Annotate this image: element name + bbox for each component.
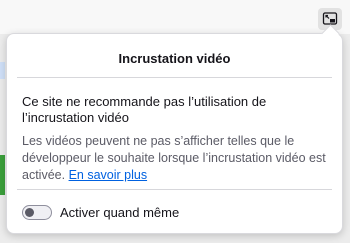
panel-title: Incrustation vidéo [118,51,231,66]
divider [17,189,332,190]
enable-anyway-toggle[interactable] [22,205,52,220]
warning-description-text: Les vidéos peuvent ne pas s’afficher tel… [22,134,326,182]
address-bar-area [0,0,350,34]
warning-heading: Ce site ne recommande pas l’utilisation … [22,94,267,125]
enable-anyway-label: Activer quand même [60,205,180,220]
warning-description: Les vidéos peuvent ne pas s’afficher tel… [22,133,327,184]
browser-viewport: Incrustation vidéo Ce site ne recommande… [0,0,350,243]
learn-more-link[interactable]: En savoir plus [69,168,148,182]
divider [17,77,332,78]
pip-warning-panel: Incrustation vidéo Ce site ne recommande… [6,24,343,234]
background-page-fragment [0,155,5,195]
background-page-fragment [0,62,5,79]
toggle-knob [25,208,34,217]
